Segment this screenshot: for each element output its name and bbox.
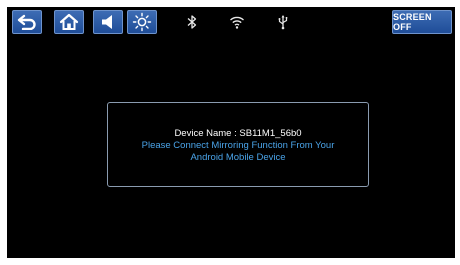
speaker-icon: [102, 15, 112, 29]
sun-icon: [132, 12, 152, 32]
usb-icon: [278, 15, 288, 30]
back-arrow-icon: [17, 14, 36, 30]
home-icon: [59, 13, 79, 30]
brightness-button[interactable]: [127, 10, 157, 34]
home-button[interactable]: [54, 10, 84, 34]
device-name-label: Device Name :: [174, 128, 237, 139]
volume-button[interactable]: [93, 10, 123, 34]
mirroring-instruction-line-2: Android Mobile Device: [190, 151, 286, 163]
wifi-icon: [230, 16, 244, 29]
mirroring-instruction-line-1: Please Connect Mirroring Function From Y…: [141, 140, 335, 151]
bluetooth-icon: [187, 15, 197, 29]
mirroring-dialog: Device Name : SB11M1_56b0 Please Connect…: [107, 102, 369, 187]
back-button[interactable]: [12, 10, 42, 34]
device-name-value: SB11M1_56b0: [239, 128, 302, 139]
mirroring-screen: SCREEN OFF Device Name : SB11M1_56b0 Ple…: [7, 7, 455, 258]
screen-off-button[interactable]: SCREEN OFF: [392, 10, 452, 34]
device-name-line: Device Name : SB11M1_56b0: [174, 128, 301, 140]
top-toolbar: SCREEN OFF: [7, 7, 455, 37]
